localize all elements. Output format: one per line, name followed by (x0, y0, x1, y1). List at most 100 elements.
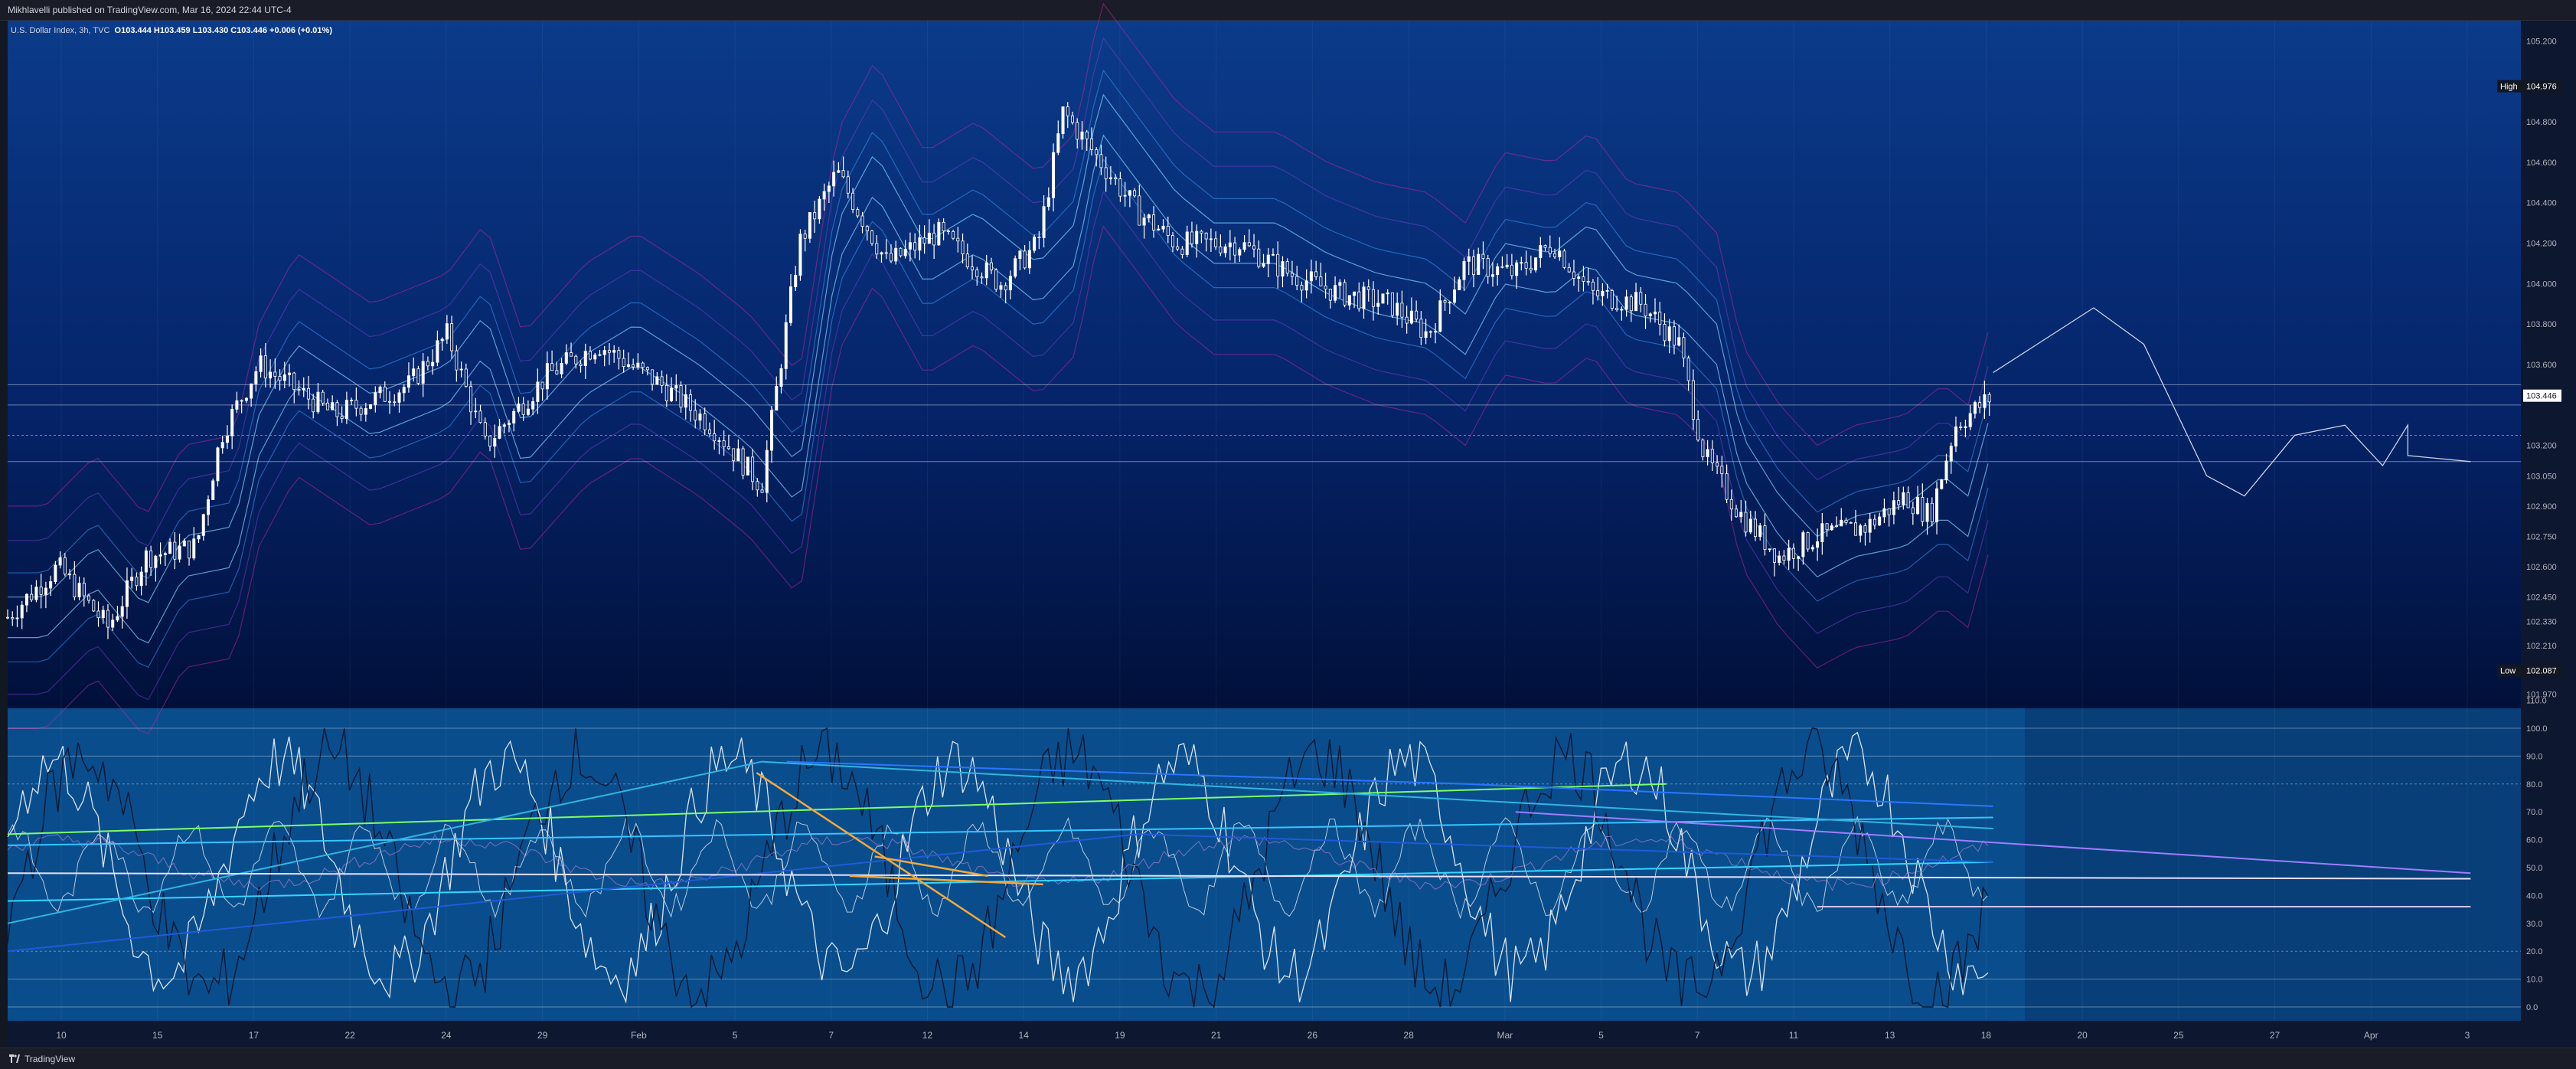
candle-body (1648, 313, 1652, 316)
candle-body (1214, 238, 1218, 247)
time-tick-label: 20 (2077, 1030, 2088, 1041)
candle-body (1142, 217, 1146, 226)
legend-high: H103.459 (153, 26, 191, 35)
candle-body (1042, 206, 1046, 238)
candle-body (44, 587, 47, 595)
candle-body (965, 253, 969, 267)
oscillator-tick-label: 30.0 (2526, 920, 2542, 929)
candle-body (1185, 231, 1189, 255)
candle-body (726, 446, 730, 450)
candle-body (426, 361, 429, 367)
candle-body (5, 616, 9, 619)
candle-body (880, 252, 883, 255)
candle-body (1071, 115, 1075, 123)
candle-body (1304, 280, 1308, 291)
candle-body (1376, 302, 1380, 307)
candle-body (1118, 178, 1122, 197)
candle-body (1052, 152, 1056, 198)
candle-body (1524, 262, 1528, 269)
candle-body (1911, 507, 1915, 515)
candle-body (1562, 250, 1566, 268)
candle-body (278, 376, 282, 381)
oscillator-tick-label: 70.0 (2526, 808, 2542, 817)
candle-body (383, 386, 387, 402)
price-tick-label: 104.200 (2526, 240, 2557, 249)
candle-body (259, 355, 263, 372)
candle-body (1744, 512, 1748, 533)
candle-body (717, 440, 721, 442)
candle-body (851, 192, 855, 211)
candle-body (942, 221, 945, 232)
candle-body (788, 286, 792, 323)
candle-body (1080, 131, 1084, 140)
candle-body (889, 253, 893, 262)
price-tick-label: 102.900 (2526, 502, 2557, 512)
candle-body (1285, 261, 1289, 274)
candle-body (1582, 276, 1585, 282)
candle-body (1471, 256, 1475, 276)
oscillator-tick-label: 60.0 (2526, 836, 2542, 845)
time-tick-label: 7 (828, 1030, 834, 1041)
candle-body (860, 215, 864, 227)
candle-body (975, 269, 979, 277)
candle-body (421, 361, 425, 384)
candle-body (1195, 230, 1199, 244)
candle-body (1396, 302, 1399, 316)
candle-body (250, 383, 253, 399)
candle-body (1925, 502, 1929, 522)
candle-body (1768, 548, 1771, 551)
candle-body (918, 237, 922, 251)
candle-body (135, 577, 139, 587)
candle-body (994, 270, 998, 290)
candle-body (741, 448, 745, 476)
candle-body (1266, 254, 1270, 264)
candle-body (450, 323, 454, 351)
price-tick-label: 103.800 (2526, 320, 2557, 329)
price-tick-label: 103.600 (2526, 361, 2557, 370)
candle-body (1099, 154, 1103, 168)
candle-body (1486, 257, 1490, 277)
candle-body (1138, 195, 1141, 226)
candle-body (512, 410, 516, 423)
candle-body (908, 242, 912, 250)
candle-body (312, 398, 315, 413)
candle-body (220, 442, 224, 449)
candle-body (188, 540, 191, 559)
time-tick-label: Apr (2364, 1030, 2378, 1041)
candle-body (1027, 250, 1031, 269)
candle-body (1357, 291, 1361, 309)
candle-body (440, 338, 444, 342)
candle-body (1095, 149, 1099, 155)
candle-body (1872, 518, 1876, 526)
candle-body (416, 368, 420, 384)
candle-body (130, 577, 134, 581)
candle-body (1170, 235, 1174, 247)
candle-body (1242, 242, 1246, 250)
candle-body (388, 400, 392, 403)
candle-body (1453, 289, 1457, 303)
time-tick-label: 10 (56, 1030, 67, 1041)
oscillator-tick-label: 80.0 (2526, 780, 2542, 789)
candle-body (1400, 302, 1404, 318)
candle-body (498, 426, 501, 439)
candle-body (331, 402, 335, 410)
candle-body (292, 372, 296, 391)
time-tick-label: 24 (441, 1030, 452, 1041)
candle-body (1686, 358, 1690, 381)
candle-body (1878, 516, 1882, 526)
candle-body (1300, 285, 1304, 291)
candle-body (1338, 282, 1342, 286)
time-tick-label: 3 (2465, 1030, 2470, 1041)
candle-body (254, 371, 258, 384)
price-tick-label: 104.000 (2526, 280, 2557, 289)
candle-body (803, 234, 807, 239)
candle-body (760, 489, 764, 493)
candle-body (1667, 326, 1671, 342)
candle-body (1477, 253, 1481, 276)
candle-body (927, 232, 931, 244)
chart-canvas[interactable]: 105.200 High 104.976 104.800 104.600 104.400 1… (0, 0, 2576, 1068)
candle-body (1849, 521, 1853, 524)
candle-body (374, 392, 377, 405)
candle-body (1658, 312, 1662, 325)
candle-body (1443, 300, 1447, 303)
